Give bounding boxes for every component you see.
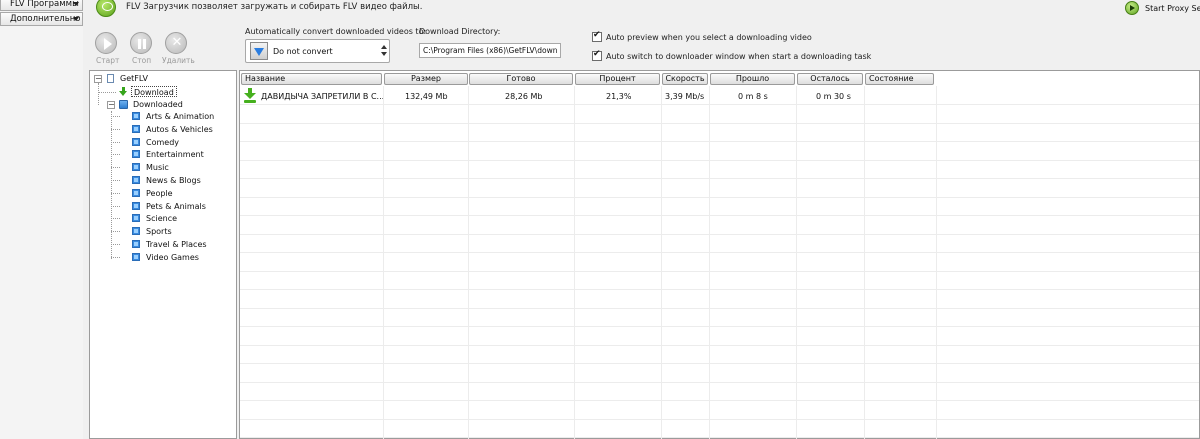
category-tree: − GetFLV Download − Downloaded Arts & An… — [89, 70, 237, 439]
play-icon — [104, 38, 112, 50]
tree-item-category[interactable]: Entertainment — [146, 149, 204, 160]
convert-format-icon — [250, 42, 268, 60]
left-menu-panel: FLV Программы Дополнительно — [0, 0, 83, 439]
extra-label: Дополнительно — [10, 14, 81, 24]
stop-button[interactable] — [130, 32, 152, 54]
tree-item-category[interactable]: Sports — [146, 226, 172, 237]
tree-item-downloaded[interactable]: Downloaded — [133, 99, 183, 110]
category-folder-icon — [132, 137, 140, 146]
tree-item-category[interactable]: Pets & Animals — [146, 201, 206, 212]
convert-label: Automatically convert downloaded videos … — [245, 27, 427, 36]
flv-programs-dropdown[interactable]: FLV Программы — [0, 0, 83, 11]
table-cell-done: 28,26 Mb — [505, 92, 543, 101]
table-cell-speed: 3,39 Mb/s — [665, 92, 705, 101]
downloaded-collapse-toggle[interactable]: − — [107, 101, 115, 109]
table-cell-percent: 21,3% — [606, 92, 632, 101]
tree-item-category[interactable]: Video Games — [146, 252, 199, 263]
auto-switch-checkbox[interactable] — [592, 49, 602, 61]
table-cell-remaining: 0 m 30 s — [816, 92, 851, 101]
start-button[interactable] — [95, 32, 117, 54]
pause-icon — [138, 39, 146, 49]
column-header[interactable]: Скорость — [662, 73, 708, 85]
category-folder-icon — [132, 227, 140, 236]
root-collapse-toggle[interactable]: − — [94, 75, 102, 83]
tree-item-category[interactable]: Arts & Animation — [146, 111, 214, 122]
table-cell-elapsed: 0 m 8 s — [738, 92, 768, 101]
category-folder-icon — [132, 112, 140, 120]
convert-value: Do not convert — [273, 47, 333, 56]
download-icon — [119, 87, 128, 97]
category-folder-icon — [132, 214, 140, 223]
tree-item-category[interactable]: Travel & Places — [146, 239, 207, 250]
start-proxy-label[interactable]: Start Proxy Serv — [1145, 4, 1200, 13]
auto-switch-label: Auto switch to downloader window when st… — [606, 52, 872, 61]
page-icon — [107, 74, 114, 83]
tree-item-category[interactable]: People — [146, 188, 173, 199]
category-folder-icon — [132, 201, 140, 210]
column-header[interactable]: Осталось — [797, 73, 863, 85]
tree-item-download[interactable]: Download — [131, 86, 177, 97]
category-folder-icon — [132, 240, 140, 248]
table-cell-size: 132,49 Mb — [405, 92, 448, 101]
category-folder-icon — [132, 176, 140, 184]
dir-label: Download Directory: — [419, 27, 501, 36]
chevron-down-icon — [73, 17, 79, 21]
category-folder-icon — [132, 124, 140, 133]
getflv-logo-icon — [96, 0, 116, 17]
column-header[interactable]: Прошло — [710, 73, 795, 85]
download-directory-field[interactable]: C:\Program Files (x86)\GetFLV\down — [419, 43, 561, 58]
column-header[interactable]: Состояние — [865, 73, 934, 85]
folder-icon — [119, 100, 128, 109]
spinner-arrows-icon[interactable] — [380, 43, 388, 59]
close-icon: ✕ — [171, 35, 183, 50]
column-header[interactable]: Процент — [575, 73, 660, 85]
flv-programs-label: FLV Программы — [10, 0, 79, 9]
column-header[interactable]: Размер — [384, 73, 468, 85]
convert-select[interactable]: Do not convert — [245, 39, 390, 63]
tree-item-category[interactable]: Music — [146, 162, 169, 173]
tree-item-category[interactable]: Autos & Vehicles — [146, 124, 213, 135]
downloads-table: ДАВИДЫЧА ЗАПРЕТИЛИ В С... 132,49 Mb 28,2… — [239, 70, 1200, 439]
auto-preview-label: Auto preview when you select a downloadi… — [606, 33, 812, 42]
start-label: Старт — [96, 56, 120, 65]
category-folder-icon — [132, 252, 140, 261]
extra-dropdown[interactable]: Дополнительно — [0, 12, 83, 26]
delete-label: Удалить — [162, 56, 195, 65]
start-proxy-button[interactable] — [1125, 1, 1139, 15]
table-cell-name[interactable]: ДАВИДЫЧА ЗАПРЕТИЛИ В С... — [261, 92, 384, 101]
category-folder-icon — [132, 188, 140, 197]
tree-item-category[interactable]: Comedy — [146, 137, 179, 148]
stop-label: Стоп — [132, 56, 152, 65]
tree-item-category[interactable]: Science — [146, 213, 177, 224]
app-description: FLV Загрузчик позволяет загружать и соби… — [126, 2, 423, 12]
category-folder-icon — [132, 163, 140, 172]
tree-root[interactable]: GetFLV — [120, 73, 148, 84]
category-folder-icon — [132, 150, 140, 159]
column-header[interactable]: Готово — [469, 73, 573, 85]
tree-item-category[interactable]: News & Blogs — [146, 175, 201, 186]
auto-preview-checkbox[interactable] — [592, 30, 602, 42]
chevron-down-icon — [73, 2, 79, 6]
delete-button[interactable]: ✕ — [165, 32, 187, 54]
column-header[interactable]: Название — [241, 73, 382, 85]
